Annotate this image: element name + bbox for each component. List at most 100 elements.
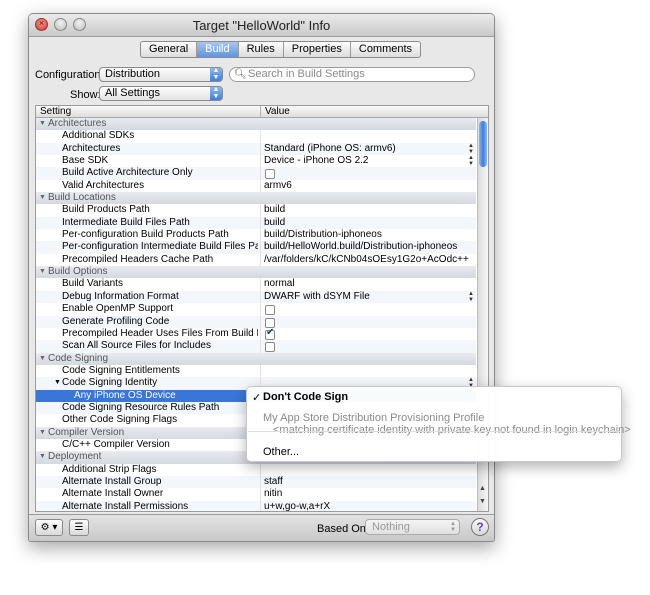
setting-row[interactable]: Base SDK Device - iPhone OS 2.2 ▲ ▼ [36, 155, 476, 168]
setting-checkbox[interactable] [265, 169, 275, 180]
column-separator [260, 463, 261, 476]
setting-row[interactable]: Per-configuration Build Products Path bui… [36, 229, 476, 242]
setting-value[interactable]: u+w,go-w,a+rX [264, 501, 469, 511]
setting-name: Scan All Source Files for Includes [62, 340, 211, 352]
setting-name: Architectures [62, 142, 121, 154]
disclosure-triangle-icon[interactable]: ▼ [39, 451, 46, 463]
based-on-value: Nothing [372, 521, 410, 533]
setting-name: Intermediate Build Files Path [62, 216, 190, 228]
group-header[interactable]: ▼ Architectures [36, 118, 476, 131]
disclosure-triangle-icon[interactable]: ▼ [39, 353, 46, 365]
column-separator [260, 278, 261, 291]
window-title: Target "HelloWorld" Info [192, 18, 331, 33]
value-popup-arrows-icon[interactable]: ▲▼ [468, 291, 474, 303]
tab-general[interactable]: General [141, 42, 198, 57]
column-separator [260, 475, 261, 489]
setting-value[interactable]: staff [264, 476, 469, 488]
scroll-down-arrow-icon[interactable]: ▼ [479, 498, 486, 505]
column-header-value[interactable]: Value [260, 106, 290, 117]
setting-row[interactable]: Alternate Install Permissions u+w,go-w,a+… [36, 500, 476, 512]
setting-row[interactable]: Intermediate Build Files Path build [36, 216, 476, 230]
based-on-popup[interactable]: Nothing ▲ ▼ [365, 519, 460, 535]
setting-value[interactable]: build [264, 204, 469, 216]
help-button[interactable]: ? [471, 518, 489, 536]
setting-row[interactable]: Per-configuration Intermediate Build Fil… [36, 241, 476, 254]
setting-row[interactable]: Debug Information Format DWARF with dSYM … [36, 290, 476, 304]
setting-row[interactable]: Valid Architectures armv6 [36, 179, 476, 193]
configuration-label: Configuration: [35, 69, 104, 81]
setting-value[interactable]: nitin [264, 488, 469, 500]
menu-item-other[interactable]: Other... [263, 446, 299, 458]
setting-row[interactable]: Build Active Architecture Only [36, 167, 476, 180]
show-popup[interactable]: All Settings ▲ ▼ [99, 86, 223, 101]
scrollbar-thumb[interactable] [479, 121, 487, 167]
menu-item-dont-code-sign[interactable]: ✓ Don't Code Sign [252, 391, 348, 404]
setting-value[interactable]: armv6 [264, 180, 469, 192]
setting-name: Per-configuration Intermediate Build Fil… [62, 241, 258, 253]
setting-value[interactable]: Standard (iPhone OS: armv6) [264, 143, 469, 155]
disclosure-triangle-icon[interactable]: ▼ [39, 192, 46, 204]
search-field[interactable]: 🔍︎ Search in Build Settings [229, 67, 475, 82]
tab-comments[interactable]: Comments [351, 42, 420, 57]
configuration-popup[interactable]: Distribution ▲ ▼ [99, 67, 223, 82]
setting-checkbox[interactable] [265, 327, 275, 340]
title-bar[interactable]: × Target "HelloWorld" Info [29, 14, 494, 37]
column-separator [260, 130, 261, 143]
setting-value[interactable]: build/Distribution-iphoneos [264, 229, 469, 241]
tab-rules[interactable]: Rules [239, 42, 284, 57]
setting-value[interactable]: normal [264, 278, 469, 290]
group-header[interactable]: ▼ Build Locations [36, 192, 476, 205]
column-separator [260, 155, 261, 168]
setting-row[interactable]: Architectures Standard (iPhone OS: armv6)… [36, 142, 476, 156]
setting-row[interactable]: Build Products Path build [36, 204, 476, 217]
setting-row[interactable]: Build Variants normal [36, 278, 476, 291]
disclosure-triangle-icon[interactable]: ▼ [39, 427, 46, 439]
setting-value[interactable]: DWARF with dSYM File [264, 291, 469, 303]
action-menu-button[interactable]: ⚙ ▾ [35, 519, 63, 536]
configuration-value: Distribution [105, 68, 161, 80]
gear-icon: ⚙ [40, 522, 50, 533]
disclosure-triangle-icon[interactable]: ▼ [39, 266, 46, 278]
search-placeholder: Search in Build Settings [248, 68, 365, 80]
setting-name: Precompiled Headers Cache Path [62, 253, 214, 265]
setting-checkbox[interactable] [265, 305, 275, 316]
disclosure-triangle-icon[interactable]: ▼ [54, 377, 61, 389]
setting-row[interactable]: Scan All Source Files for Includes [36, 340, 476, 353]
setting-value[interactable]: /var/folders/kC/kCNb04sOEsy1G2o+AcOdc++.… [264, 254, 469, 266]
setting-row[interactable]: Additional Strip Flags [36, 463, 476, 476]
column-separator [260, 142, 261, 156]
setting-row[interactable]: Generate Profiling Code [36, 315, 476, 328]
disclosure-triangle-icon[interactable]: ▼ [39, 118, 46, 130]
tab-build[interactable]: Build [197, 42, 239, 57]
value-popup-arrows-icon[interactable]: ▲▼ [468, 155, 474, 167]
value-popup-arrows-icon[interactable]: ▲▼ [468, 143, 474, 155]
setting-row[interactable]: Code Signing Entitlements [36, 364, 476, 378]
column-separator [260, 204, 261, 217]
column-header-setting[interactable]: Setting [36, 106, 71, 117]
group-name: Deployment [48, 451, 102, 463]
setting-checkbox[interactable] [265, 342, 275, 353]
group-header[interactable]: ▼ Code Signing [36, 352, 476, 365]
column-separator [260, 327, 261, 341]
setting-name: Generate Profiling Code [62, 315, 170, 327]
setting-row[interactable]: Precompiled Headers Cache Path/var/folde… [36, 253, 476, 267]
tab-bar: General Build Rules Properties Comments [140, 41, 422, 58]
tab-properties[interactable]: Properties [284, 42, 351, 57]
column-separator [260, 303, 261, 316]
setting-row[interactable]: Enable OpenMP Support [36, 303, 476, 316]
setting-value[interactable]: Device - iPhone OS 2.2 [264, 155, 469, 167]
setting-value[interactable]: build [264, 217, 469, 229]
setting-name: Code Signing Resource Rules Path [62, 401, 220, 413]
scroll-up-arrow-icon[interactable]: ▲ [479, 485, 486, 492]
setting-name: Alternate Install Permissions [62, 500, 189, 512]
setting-name: Base SDK [62, 155, 109, 167]
setting-row[interactable]: Precompiled Header Uses Files From Build… [36, 327, 476, 341]
group-header[interactable]: ▼ Build Options [36, 266, 476, 279]
setting-row[interactable]: Additional SDKs [36, 130, 476, 143]
column-separator [260, 179, 261, 193]
setting-value[interactable]: build/HelloWorld.build/Distribution-ipho… [264, 241, 469, 253]
setting-row[interactable]: Alternate Install Owner nitin [36, 488, 476, 501]
setting-row[interactable]: Alternate Install Group staff [36, 475, 476, 489]
settings-list-button[interactable]: ☰ [69, 519, 89, 536]
setting-name: Other Code Signing Flags [62, 414, 178, 426]
